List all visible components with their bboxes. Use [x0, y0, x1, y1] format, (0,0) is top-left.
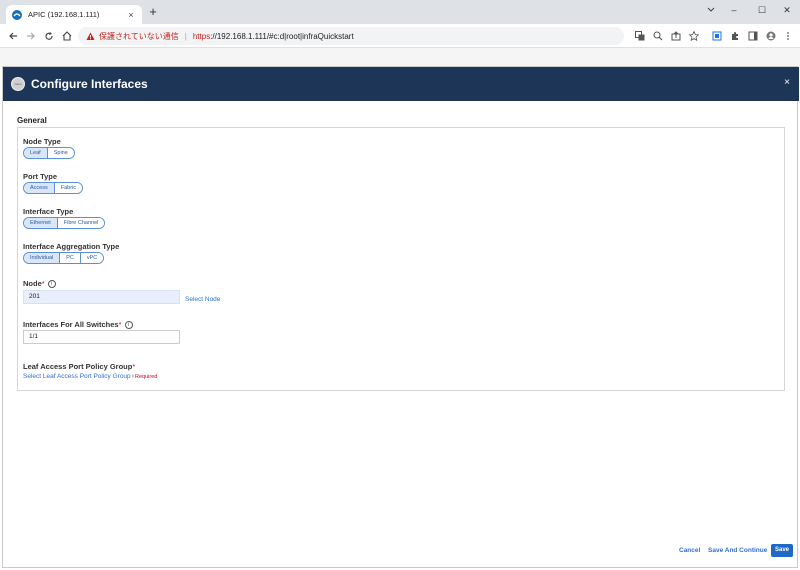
reload-icon[interactable]: [42, 29, 56, 43]
chevron-down-icon[interactable]: [701, 3, 721, 17]
menu-kebab-icon[interactable]: [781, 29, 795, 43]
node-input[interactable]: 201: [23, 290, 180, 304]
aggregation-pc-option[interactable]: PC: [59, 253, 80, 263]
bookmark-star-icon[interactable]: [687, 29, 701, 43]
node-type-leaf-option[interactable]: Leaf: [24, 148, 47, 158]
save-button[interactable]: Save: [771, 544, 793, 557]
interfaces-required-mark: *: [118, 320, 122, 329]
chevron-right-icon: ›: [131, 373, 135, 380]
port-type-label: Port Type: [23, 172, 58, 181]
policy-group-label: Leaf Access Port Policy Group*: [23, 362, 135, 371]
interfaces-info-icon[interactable]: i: [124, 321, 133, 330]
interfaces-input[interactable]: 1/1: [23, 330, 180, 344]
aggregation-vpc-option[interactable]: vPC: [79, 253, 104, 263]
aggregation-individual-option[interactable]: Individual: [24, 253, 60, 263]
home-icon[interactable]: [60, 29, 74, 43]
address-bar[interactable]: 保護されていない通信 | https ://192.168.1.111/#c:d…: [78, 27, 624, 45]
interface-type-ethernet-option[interactable]: Ethernet: [24, 218, 57, 228]
port-type-access-option[interactable]: Access: [24, 183, 54, 193]
configure-interfaces-dialog: cisco Configure Interfaces × General Nod…: [2, 66, 799, 568]
cisco-logo: cisco: [11, 77, 25, 91]
node-type-selector: Leaf Spine: [23, 147, 75, 159]
interfaces-label-text: Interfaces For All Switches: [23, 320, 119, 329]
policy-group-label-text: Leaf Access Port Policy Group: [23, 362, 133, 371]
node-required-mark: *: [41, 279, 45, 288]
apic-favicon-icon: [12, 9, 22, 20]
back-arrow-icon[interactable]: [6, 29, 20, 43]
profile-avatar-icon[interactable]: [764, 29, 778, 43]
policy-group-required-note: Required: [135, 374, 158, 380]
dialog-header: cisco Configure Interfaces ×: [3, 67, 799, 101]
aggregation-type-label: Interface Aggregation Type: [23, 242, 120, 251]
url-text: ://192.168.1.111/#c:d|root|infraQuicksta…: [210, 31, 354, 41]
interface-type-fibre-channel-option[interactable]: Fibre Channel: [56, 218, 105, 228]
dialog-title: Configure Interfaces: [31, 77, 148, 91]
node-label-text: Node: [23, 279, 42, 288]
section-title-general: General: [17, 116, 47, 125]
share-icon[interactable]: [669, 29, 683, 43]
policy-group-row: Select Leaf Access Port Policy Group›Req…: [23, 373, 157, 380]
interface-type-label: Interface Type: [23, 207, 74, 216]
aggregation-type-selector: Individual PC vPC: [23, 252, 105, 264]
select-node-link[interactable]: Select Node: [185, 296, 220, 303]
select-policy-group-link[interactable]: Select Leaf Access Port Policy Group: [23, 373, 131, 380]
new-tab-button[interactable]: +: [147, 5, 159, 18]
dialog-close-icon[interactable]: ×: [781, 77, 793, 88]
port-type-selector: Access Fabric: [23, 182, 84, 194]
forward-arrow-icon[interactable]: [24, 29, 38, 43]
translate-icon[interactable]: [633, 29, 647, 43]
browser-toolbar: 保護されていない通信 | https ://192.168.1.111/#c:d…: [0, 24, 800, 48]
browser-tab-bar: APIC (192.168.1.111) × + – ☐ ✕: [0, 0, 800, 24]
zoom-icon[interactable]: [651, 29, 665, 43]
url-scheme: https: [192, 31, 211, 41]
security-warning-text: 保護されていない通信: [99, 31, 179, 41]
node-type-spine-option[interactable]: Spine: [46, 148, 74, 158]
node-type-label: Node Type: [23, 137, 61, 146]
minimize-button[interactable]: –: [724, 3, 744, 17]
general-panel: Node Type Leaf Spine Port Type Access Fa…: [17, 127, 785, 391]
extension-capture-icon[interactable]: [710, 29, 724, 43]
tab-close-icon[interactable]: ×: [126, 10, 136, 20]
port-type-fabric-option[interactable]: Fabric: [53, 183, 83, 193]
node-info-icon[interactable]: i: [47, 280, 56, 289]
app-background: [0, 48, 800, 66]
logo-text: cisco: [14, 82, 22, 86]
tab-title: APIC (192.168.1.111): [28, 10, 100, 19]
browser-tab[interactable]: APIC (192.168.1.111) ×: [6, 5, 142, 24]
policy-group-required-mark: *: [132, 362, 136, 371]
interface-type-selector: Ethernet Fibre Channel: [23, 217, 106, 229]
cancel-button[interactable]: Cancel: [679, 547, 700, 554]
interfaces-label: Interfaces For All Switches* i: [23, 320, 133, 330]
side-panel-icon[interactable]: [746, 29, 760, 43]
extensions-puzzle-icon[interactable]: [728, 29, 742, 43]
warning-icon: [86, 32, 95, 41]
node-label: Node* i: [23, 279, 56, 289]
window-close-button[interactable]: ✕: [777, 3, 797, 17]
maximize-button[interactable]: ☐: [752, 3, 772, 17]
address-separator: |: [184, 31, 187, 41]
save-and-continue-button[interactable]: Save And Continue: [708, 547, 767, 554]
